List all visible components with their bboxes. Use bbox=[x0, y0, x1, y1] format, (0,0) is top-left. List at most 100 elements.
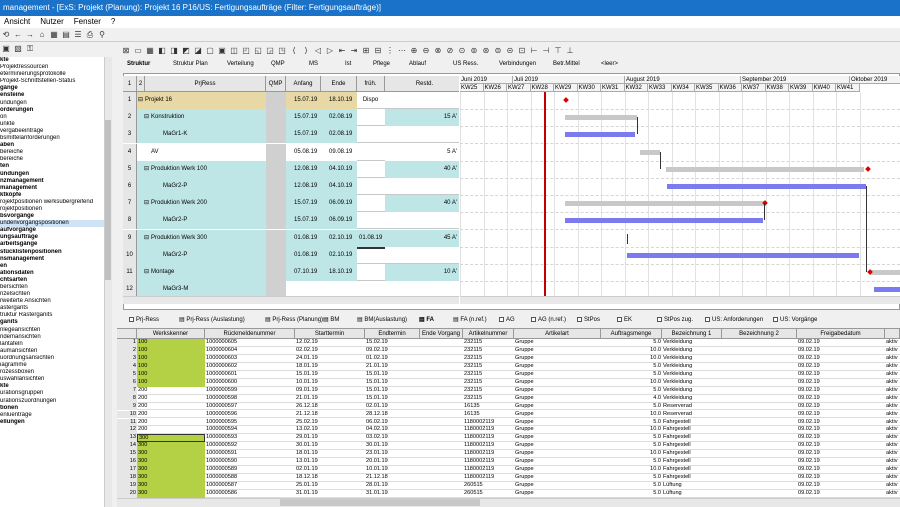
lower-tab-4[interactable]: ▤ BM(Auslastung) bbox=[357, 314, 407, 326]
orders-header-9[interactable]: Bezeichnung 1 bbox=[662, 329, 722, 339]
lower-tab-3[interactable]: ▤ BM bbox=[323, 314, 339, 326]
structure-row[interactable]: 3 MaGr1-K 15.07.19 02.08.19 bbox=[123, 126, 459, 144]
task-name-cell[interactable]: Produktion Werk 300 ⊟ bbox=[137, 229, 266, 247]
structure-header-2[interactable]: PrjRess bbox=[145, 76, 266, 92]
view-tool-icon-23[interactable]: ⋯ bbox=[397, 46, 407, 56]
expand-toggle[interactable]: ⊟ bbox=[144, 230, 149, 247]
upper-tab-5[interactable]: Ist bbox=[345, 58, 351, 70]
sidebar-item[interactable]: chtsarten bbox=[0, 277, 111, 284]
order-row[interactable]: 13 300 1000000593 29.01.19 03.02.19 118000211… bbox=[117, 434, 900, 443]
sidebar-item[interactable]: bereiche bbox=[0, 156, 111, 163]
structure-grid-scrollbar[interactable] bbox=[123, 296, 459, 304]
menu-item-1[interactable]: Nutzer bbox=[40, 17, 64, 26]
orders-header-7[interactable]: Artikelart bbox=[514, 329, 601, 339]
sidebar-item[interactable]: aben bbox=[0, 142, 111, 149]
sidebar-item[interactable]: en bbox=[0, 263, 111, 270]
task-name-cell[interactable]: Produktion Werk 200 ⊟ bbox=[137, 195, 266, 213]
toolbar2-icon-1[interactable]: ▧ bbox=[13, 44, 23, 54]
view-tool-icon-4[interactable]: ◨ bbox=[169, 46, 179, 56]
view-tool-icon-15[interactable]: ⟩ bbox=[301, 46, 311, 56]
lower-tab-11[interactable]: StPos zug. bbox=[657, 314, 693, 326]
gantt-bar[interactable] bbox=[627, 252, 859, 258]
lower-tab-12[interactable]: US: Anforderungen bbox=[705, 314, 763, 326]
sidebar-item[interactable]: urationsgruppen bbox=[0, 390, 111, 397]
sidebar-item[interactable]: ndemansichten bbox=[0, 334, 111, 341]
view-tool-icon-27[interactable]: ⊘ bbox=[445, 46, 455, 56]
toolbar-icon-8[interactable]: ⚲ bbox=[97, 30, 107, 40]
order-row[interactable]: 11 200 1000000595 25.02.19 06.02.19 118000211… bbox=[117, 418, 900, 427]
sidebar-item[interactable]: bersichten bbox=[0, 284, 111, 291]
structure-header-7[interactable]: Restd. bbox=[385, 76, 459, 92]
structure-header-1[interactable]: 2 bbox=[137, 76, 145, 92]
milestone-marker[interactable] bbox=[865, 165, 871, 172]
orders-header-11[interactable]: Freigabedatum bbox=[797, 329, 885, 339]
order-row[interactable]: 2 100 1000000604 02.02.19 09.02.19 232115 Grup… bbox=[117, 346, 900, 355]
tab-checkbox[interactable] bbox=[705, 316, 710, 322]
sidebar-item[interactable]: bereiche bbox=[0, 149, 111, 156]
task-name-cell[interactable]: Konstruktion ⊟ bbox=[137, 109, 266, 127]
toolbar-icon-4[interactable]: ▦ bbox=[49, 30, 59, 40]
upper-tab-7[interactable]: Ablauf bbox=[409, 58, 426, 70]
orders-header-8[interactable]: Auftragsmenge bbox=[601, 329, 662, 339]
sidebar-item[interactable]: ganits bbox=[0, 319, 111, 326]
order-row[interactable]: 7 200 1000000599 09.01.19 15.01.19 232115 Grup… bbox=[117, 386, 900, 395]
structure-row[interactable]: 12 MaGr3-M bbox=[123, 281, 459, 296]
order-row[interactable]: 4 100 1000000602 18.01.19 21.01.19 232115 Grup… bbox=[117, 362, 900, 371]
sidebar-item[interactable]: tionen bbox=[0, 405, 111, 412]
tab-checkbox[interactable] bbox=[129, 316, 134, 322]
upper-tab-2[interactable]: Verteilung bbox=[227, 58, 254, 70]
structure-row[interactable]: 2 Konstruktion ⊟ 15.07.19 02.08.19 15 A' bbox=[123, 109, 459, 127]
structure-row[interactable]: 7 Produktion Werk 200 ⊟ 15.07.19 06.09.19 40 … bbox=[123, 195, 459, 213]
view-tool-icon-30[interactable]: ⊛ bbox=[481, 46, 491, 56]
sidebar-item[interactable]: rojektpositionen bbox=[0, 206, 111, 213]
orders-header-5[interactable]: Ende Vorgang bbox=[420, 329, 463, 339]
view-tool-icon-32[interactable]: ⊝ bbox=[505, 46, 515, 56]
gantt-bar[interactable] bbox=[666, 166, 864, 172]
upper-tab-1[interactable]: Struktur Plan bbox=[173, 58, 208, 70]
toolbar2-icon-0[interactable]: ▣ bbox=[1, 44, 11, 54]
order-row[interactable]: 10 200 1000000596 21.12.18 28.12.18 16135 Grup… bbox=[117, 410, 900, 419]
lower-tab-9[interactable]: StPos bbox=[577, 314, 600, 326]
sidebar-item[interactable]: Projektressourcen bbox=[0, 64, 111, 71]
sidebar-item[interactable]: rojektpositionen werksübergreifend bbox=[0, 199, 111, 206]
lower-tab-7[interactable]: AG bbox=[499, 314, 515, 326]
view-tool-icon-31[interactable]: ⊜ bbox=[493, 46, 503, 56]
sidebar-item[interactable]: gänge bbox=[0, 85, 111, 92]
order-row[interactable]: 8 200 1000000598 21.01.19 15.01.19 232115 Grup… bbox=[117, 394, 900, 403]
toolbar-icon-2[interactable]: → bbox=[25, 30, 35, 40]
sidebar-item[interactable]: truktur Rasterganits bbox=[0, 312, 111, 319]
sidebar-item[interactable]: nzelsichten bbox=[0, 291, 111, 298]
menu-item-0[interactable]: Ansicht bbox=[4, 17, 30, 26]
structure-row[interactable]: 5 Produktion Werk 100 ⊟ 12.08.19 04.10.19 40 … bbox=[123, 160, 459, 178]
view-tool-icon-28[interactable]: ⊙ bbox=[457, 46, 467, 56]
view-tool-icon-22[interactable]: ⋮ bbox=[385, 46, 395, 56]
view-tool-icon-33[interactable]: ⊡ bbox=[517, 46, 527, 56]
upper-tab-6[interactable]: Pflege bbox=[373, 58, 390, 70]
view-tool-icon-10[interactable]: ◰ bbox=[241, 46, 251, 56]
toolbar-icon-5[interactable]: ▤ bbox=[61, 30, 71, 40]
orders-header-6[interactable]: Artikelnummer bbox=[463, 329, 514, 339]
sidebar-item[interactable]: kte bbox=[0, 383, 111, 390]
menu-item-3[interactable]: ? bbox=[111, 17, 115, 26]
sidebar-item[interactable]: ündungen bbox=[0, 100, 111, 107]
view-tool-icon-17[interactable]: ▷ bbox=[325, 46, 335, 56]
navigation-tree[interactable]: kte Projektressourcen eterminierungsprotok… bbox=[0, 57, 112, 507]
gantt-scrollbar[interactable] bbox=[460, 296, 900, 304]
lower-tab-1[interactable]: ▤ Prj-Ress (Auslastung) bbox=[179, 314, 245, 326]
expand-toggle[interactable]: ⊟ bbox=[144, 264, 149, 281]
sidebar-item[interactable]: nlegeansichten bbox=[0, 327, 111, 334]
orders-header-1[interactable]: Werkskenner bbox=[137, 329, 205, 339]
expand-toggle[interactable]: ⊟ bbox=[144, 109, 149, 126]
sidebar-item[interactable]: on bbox=[0, 114, 111, 121]
view-tool-icon-2[interactable]: ▦ bbox=[145, 46, 155, 56]
sidebar-item[interactable]: ten bbox=[0, 163, 111, 170]
lower-tab-2[interactable]: ▤ Prj-Ress (Planung) bbox=[265, 314, 323, 326]
gantt-bar[interactable] bbox=[667, 184, 866, 189]
view-tool-icon-24[interactable]: ⊕ bbox=[409, 46, 419, 56]
structure-row[interactable]: 9 Produktion Werk 300 ⊟ 01.08.19 02.10.19 01.… bbox=[123, 229, 459, 247]
order-row[interactable]: 3 100 1000000603 24.01.19 01.02.19 232115 Grup… bbox=[117, 354, 900, 363]
order-row[interactable]: 16 300 1000000590 13.01.19 20.01.19 118000211… bbox=[117, 458, 900, 467]
task-name-cell[interactable]: MaGr3-M bbox=[137, 281, 266, 296]
order-row[interactable]: 18 300 1000000588 18.12.18 21.12.18 118000211… bbox=[117, 474, 900, 483]
task-name-cell[interactable]: MaGr1-K bbox=[137, 126, 266, 144]
